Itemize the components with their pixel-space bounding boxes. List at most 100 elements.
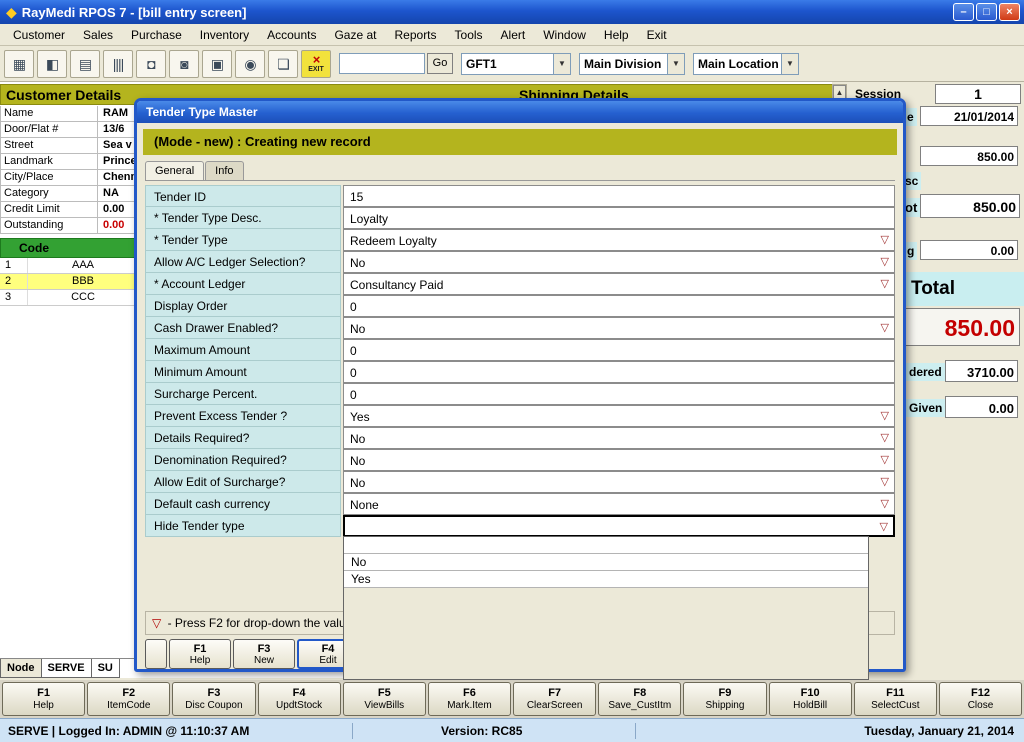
field-input[interactable]: 0 [343,383,895,405]
menu-item-tools[interactable]: Tools [446,25,492,45]
fkey-f2[interactable]: F2ItemCode [87,682,170,716]
dropdown-arrow-icon[interactable]: ▽ [881,233,889,246]
fkey-f8[interactable]: F8Save_CustItm [598,682,681,716]
cart-add-icon: ◘ [147,57,154,71]
field-input[interactable]: No ▽ [343,449,895,471]
print-icon: ▤ [79,57,91,71]
dropdown-arrow-icon[interactable]: ▽ [881,255,889,268]
chevron-down-icon[interactable]: ▼ [553,54,570,74]
cart-add-button[interactable]: ◘ [136,50,166,78]
g-value: 0.00 [920,240,1018,260]
dropdown-arrow-icon[interactable]: ▽ [881,475,889,488]
menu-item-inventory[interactable]: Inventory [191,25,258,45]
division-combo[interactable]: Main Division▼ [579,53,685,75]
tab-general[interactable]: General [145,161,204,180]
menu-item-purchase[interactable]: Purchase [122,25,191,45]
field-input[interactable]: 0 [343,361,895,383]
field-input[interactable]: Consultancy Paid▽ [343,273,895,295]
globe-button[interactable]: ◉ [235,50,265,78]
field-input[interactable]: None▽ [343,493,895,515]
customer-field-label: Outstanding [1,218,98,233]
dialog-titlebar[interactable]: Tender Type Master [137,101,903,123]
fkey-f9[interactable]: F9Shipping [683,682,766,716]
field-value-text: Yes [350,410,370,424]
fkey-f10[interactable]: F10HoldBill [769,682,852,716]
go-button[interactable]: Go [427,53,453,74]
dropdown-arrow-icon[interactable]: ▽ [881,277,889,290]
new-bill-cart-button[interactable]: ▦ [4,50,34,78]
print-button[interactable]: ▤ [70,50,100,78]
dropdown-arrow-icon[interactable]: ▽ [881,321,889,334]
dropdown-option-blank[interactable] [344,537,868,554]
fkey-f3[interactable]: F3Disc Coupon [172,682,255,716]
menu-item-help[interactable]: Help [595,25,638,45]
menu-item-reports[interactable]: Reports [386,25,446,45]
fkey-f12[interactable]: F12Close [939,682,1022,716]
dialog-form: Tender ID15* Tender Type Desc.Loyalty* T… [145,180,895,537]
menu-item-sales[interactable]: Sales [74,25,122,45]
dropdown-arrow-icon[interactable]: ▽ [881,497,889,510]
stock-package-button[interactable]: ▣ [202,50,232,78]
amount-value: 850.00 [920,146,1018,166]
menu-item-gaze-at[interactable]: Gaze at [325,25,385,45]
dialog-button-f3[interactable]: F3New [233,639,295,669]
cart-check-button[interactable]: ◙ [169,50,199,78]
dropdown-arrow-icon[interactable]: ▽ [880,520,888,533]
menu-item-accounts[interactable]: Accounts [258,25,325,45]
exit-button-label: EXIT [308,66,324,73]
fkey-f1[interactable]: F1Help [2,682,85,716]
fkey-f11[interactable]: F11SelectCust [854,682,937,716]
chevron-down-icon[interactable]: ▼ [781,54,798,74]
field-input[interactable]: No▽ [343,471,895,493]
field-input[interactable]: 15 [343,185,895,207]
documents-button[interactable]: ❏ [268,50,298,78]
fkey-f5[interactable]: F5ViewBills [343,682,426,716]
dropdown-option-yes[interactable]: Yes [344,571,868,588]
dropdown-arrow-icon[interactable]: ▽ [881,431,889,444]
field-input[interactable]: No▽ [343,317,895,339]
field-value-text: 15 [350,190,363,204]
maximize-button[interactable]: □ [976,3,997,21]
location-combo[interactable]: Main Location▼ [693,53,799,75]
edit-bill-cart-button[interactable]: ◧ [37,50,67,78]
field-input[interactable]: Redeem Loyalty▽ [343,229,895,251]
fkey-f6[interactable]: F6Mark.Item [428,682,511,716]
store-combo[interactable]: GFT1▼ [461,53,571,75]
field-label: * Account Ledger [145,273,341,295]
chevron-down-icon[interactable]: ▼ [667,54,684,74]
customer-details-title: Customer Details [6,87,121,103]
dropdown-option-no[interactable]: No [344,554,868,571]
customer-field-label: Name [1,106,98,121]
exit-button[interactable]: ×EXIT [301,50,331,78]
field-input[interactable]: No▽ [343,427,895,449]
dropdown-arrow-icon[interactable]: ▽ [881,453,889,466]
field-value-text: No [350,454,365,468]
menu-item-exit[interactable]: Exit [638,25,676,45]
status-login: SERVE | Logged In: ADMIN @ 11:10:37 AM [0,724,352,738]
field-input[interactable]: ▽ [343,515,895,537]
menu-item-alert[interactable]: Alert [492,25,535,45]
dialog-button-f1[interactable]: F1Help [169,639,231,669]
dropdown-arrow-icon[interactable]: ▽ [881,409,889,422]
minimize-button[interactable]: – [953,3,974,21]
g-label-fragment: g [904,242,917,260]
menu-item-customer[interactable]: Customer [4,25,74,45]
field-input[interactable]: Yes ▽ [343,405,895,427]
dialog-button-blank[interactable] [145,639,167,669]
menu-item-window[interactable]: Window [534,25,595,45]
field-input[interactable]: 0 [343,339,895,361]
field-row-tender-type: * Tender TypeRedeem Loyalty▽ [145,229,895,251]
tab-info[interactable]: Info [205,161,243,180]
search-input[interactable] [339,53,425,74]
field-input[interactable]: No▽ [343,251,895,273]
barcode-button[interactable]: |||| [103,50,133,78]
tendered-label-fragment: dered [906,363,945,381]
close-button[interactable]: × [999,3,1020,21]
field-input[interactable]: Loyalty [343,207,895,229]
barcode-icon: |||| [113,57,124,71]
field-row-allow-a-c-ledger-selection: Allow A/C Ledger Selection?No▽ [145,251,895,273]
fkey-f7[interactable]: F7ClearScreen [513,682,596,716]
fkey-f4[interactable]: F4UpdtStock [258,682,341,716]
field-row-display-order: Display Order0 [145,295,895,317]
field-input[interactable]: 0 [343,295,895,317]
